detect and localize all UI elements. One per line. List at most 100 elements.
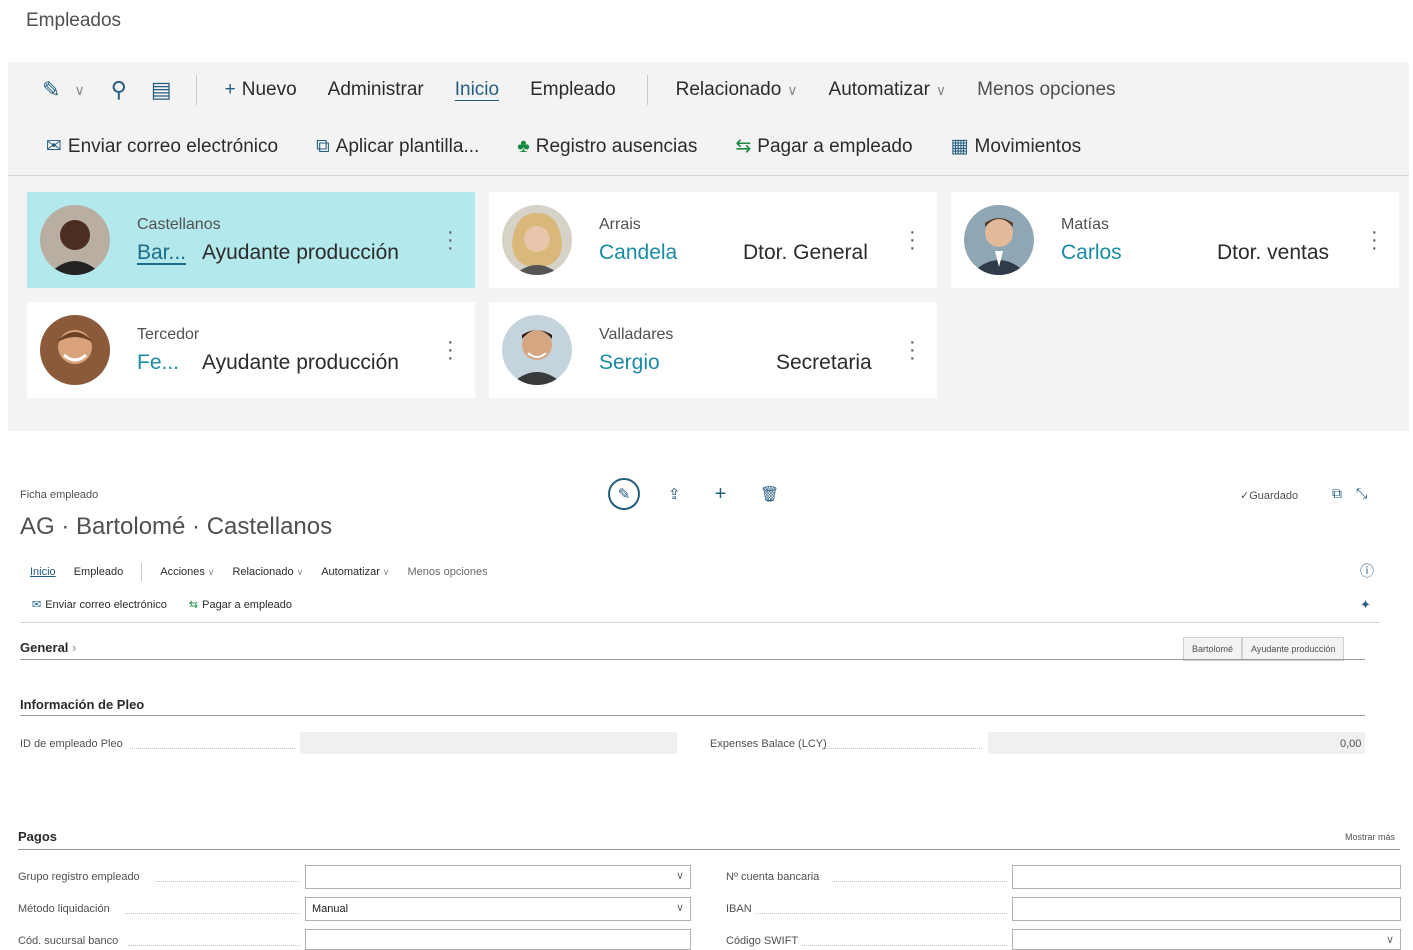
- divider: [20, 659, 1365, 660]
- collapse-icon[interactable]: ⤡: [1356, 485, 1367, 501]
- more-options-icon[interactable]: · · ·: [1371, 222, 1378, 258]
- pay-employee-label: Pagar a empleado: [202, 598, 293, 611]
- employee-firstname-link[interactable]: Sergio: [599, 351, 660, 375]
- tab-acciones[interactable]: Acciones ∨: [160, 566, 214, 578]
- sucursal-banco-input[interactable]: [305, 929, 691, 950]
- fewer-options-button[interactable]: Menos opciones: [977, 79, 1115, 101]
- open-new-window-icon[interactable]: ⧉: [1332, 485, 1342, 501]
- avatar: [40, 205, 110, 275]
- general-title: General: [20, 640, 69, 655]
- cuenta-bancaria-label: Nº cuenta bancaria: [726, 871, 820, 883]
- summary-tag: Bartolomé: [1183, 637, 1243, 661]
- pin-icon[interactable]: ✦: [1360, 597, 1371, 613]
- pay-employee-button[interactable]: ⇆ Pagar a empleado: [735, 135, 912, 158]
- avatar: [502, 205, 572, 275]
- employee-firstname-link[interactable]: Candela: [599, 241, 677, 265]
- info-icon[interactable]: ⓘ: [1360, 561, 1374, 581]
- tab-relacionado[interactable]: Relacionado ∨: [232, 566, 303, 578]
- chevron-down-icon[interactable]: ∨: [74, 82, 84, 99]
- pleo-id-field[interactable]: [300, 732, 677, 754]
- send-email-button[interactable]: ✉ Enviar correo electrónico: [46, 135, 278, 158]
- plus-icon: +: [224, 79, 236, 100]
- chevron-down-icon: ∨: [207, 567, 215, 577]
- apply-template-label: Aplicar plantilla...: [335, 135, 480, 157]
- payments-section-header[interactable]: Pagos: [18, 829, 57, 844]
- leader-dots: [125, 913, 300, 914]
- employee-card[interactable]: Matías Carlos Dtor. ventas · · ·: [951, 192, 1399, 288]
- entries-label: Movimientos: [974, 135, 1082, 157]
- entries-icon: ▦: [950, 136, 969, 157]
- employee-job-title: Dtor. ventas: [1217, 241, 1330, 264]
- divider: [18, 849, 1400, 850]
- card-caption: Ficha empleado: [20, 489, 99, 501]
- expenses-balance-value: 0,00: [1340, 738, 1362, 750]
- send-email-label: Enviar correo electrónico: [67, 135, 279, 157]
- pleo-section-header[interactable]: Información de Pleo: [20, 697, 144, 712]
- absence-register-button[interactable]: ♣ Registro ausencias: [517, 136, 697, 158]
- tab-empleado[interactable]: Empleado: [74, 566, 124, 578]
- relacionado-label: Relacionado: [232, 566, 294, 578]
- summary-tag: Ayudante producción: [1242, 637, 1345, 661]
- tab-relacionado[interactable]: Relacionado ∨: [676, 79, 798, 101]
- more-options-icon[interactable]: · · ·: [447, 332, 454, 368]
- swift-dropdown[interactable]: ∨: [1012, 929, 1401, 950]
- employee-firstname-link[interactable]: Fe...: [137, 351, 179, 375]
- tab-automatizar[interactable]: Automatizar ∨: [321, 566, 389, 578]
- apply-template-button[interactable]: ⧉ Aplicar plantilla...: [316, 136, 479, 158]
- pay-employee-button[interactable]: ⇆ Pagar a empleado: [189, 598, 293, 612]
- leader-dots: [802, 945, 1007, 946]
- chevron-down-icon: ∨: [787, 81, 798, 98]
- employee-card[interactable]: Arrais Candela Dtor. General · · ·: [489, 192, 937, 288]
- grupo-registro-dropdown[interactable]: ∨: [305, 865, 691, 889]
- swift-label: Código SWIFT: [726, 935, 799, 947]
- page-title: Empleados: [26, 10, 122, 31]
- leader-dots: [756, 913, 1007, 914]
- more-options-icon[interactable]: · · ·: [447, 222, 454, 258]
- entries-button[interactable]: ▦ Movimientos: [951, 135, 1082, 158]
- divider: [20, 622, 1380, 623]
- avatar: [40, 315, 110, 385]
- leader-dots: [822, 748, 982, 749]
- employee-surname: Valladares: [599, 326, 674, 343]
- tab-inicio[interactable]: Inicio: [455, 79, 499, 101]
- employee-surname: Matías: [1061, 216, 1110, 233]
- employee-card[interactable]: Tercedor Fe... Ayudante producción · · ·: [27, 302, 475, 398]
- general-summary-tags: Bartolomé Ayudante producción: [1183, 637, 1345, 661]
- view-layout-icon[interactable]: ▤: [151, 77, 172, 103]
- share-icon[interactable]: ⇪: [668, 485, 681, 503]
- cuenta-bancaria-input[interactable]: [1012, 865, 1401, 889]
- fewer-options-button[interactable]: Menos opciones: [408, 566, 488, 578]
- employee-card[interactable]: Valladares Sergio Secretaria · · ·: [489, 302, 937, 398]
- chevron-down-icon: ∨: [935, 81, 947, 98]
- employee-firstname-link[interactable]: Carlos: [1061, 241, 1122, 265]
- add-icon[interactable]: +: [715, 483, 727, 506]
- chevron-right-icon: ›: [72, 640, 77, 655]
- absence-icon: ♣: [517, 135, 530, 157]
- show-more-link[interactable]: Mostrar más: [1345, 832, 1395, 842]
- tab-automatizar[interactable]: Automatizar ∨: [829, 79, 947, 101]
- search-icon[interactable]: ⚲: [111, 77, 127, 103]
- tab-inicio[interactable]: Inicio: [30, 566, 56, 578]
- edit-icon[interactable]: ✎: [608, 478, 640, 510]
- tab-administrar[interactable]: Administrar: [328, 79, 424, 101]
- tab-empleado[interactable]: Empleado: [530, 79, 616, 101]
- pay-employee-label: Pagar a empleado: [757, 135, 913, 157]
- delete-icon[interactable]: 🗑: [760, 485, 779, 503]
- employee-card[interactable]: Castellanos Bar... Ayudante producción ·…: [27, 192, 475, 288]
- iban-input[interactable]: [1012, 897, 1401, 921]
- employee-surname: Castellanos: [137, 216, 221, 233]
- send-email-button[interactable]: ✉ Enviar correo electrónico: [32, 598, 167, 612]
- more-options-icon[interactable]: · · ·: [909, 332, 916, 368]
- leader-dots: [130, 748, 295, 749]
- metodo-liquidacion-dropdown[interactable]: Manual ∨: [305, 897, 691, 921]
- more-options-icon[interactable]: · · ·: [909, 222, 916, 258]
- general-section-header[interactable]: General ›: [20, 640, 76, 655]
- relacionado-label: Relacionado: [675, 79, 782, 100]
- employee-surname: Tercedor: [137, 326, 200, 343]
- new-doc-icon[interactable]: ✎: [42, 77, 60, 103]
- new-button[interactable]: + Nuevo: [225, 79, 297, 101]
- template-icon: ⧉: [316, 135, 330, 157]
- employee-job-title: Ayudante producción: [202, 241, 399, 264]
- employee-firstname-link[interactable]: Bar...: [137, 241, 186, 265]
- employee-surname: Arrais: [599, 216, 641, 233]
